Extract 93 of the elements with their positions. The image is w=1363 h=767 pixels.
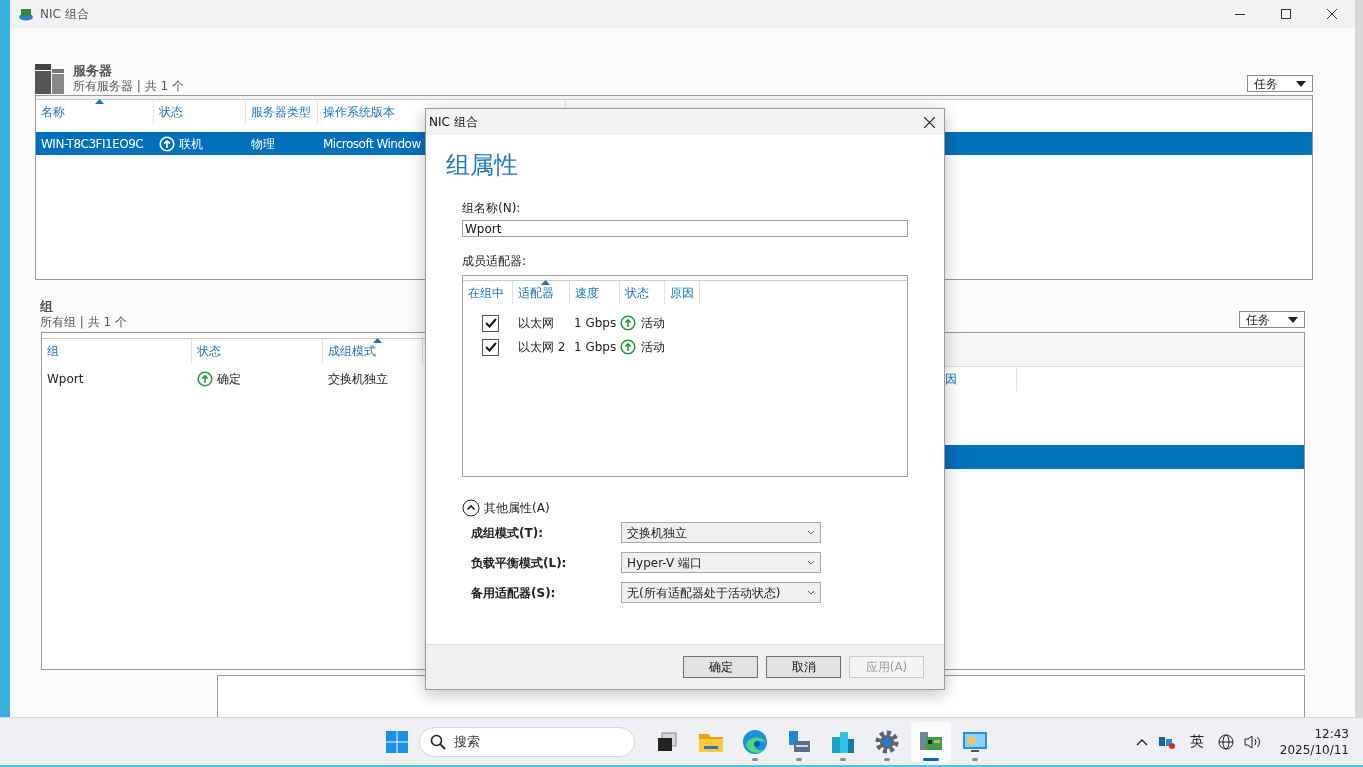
column-header[interactable]: 速度 [570,281,620,305]
dropdown-arrow-icon [1296,80,1306,87]
search-field[interactable]: 搜索 [454,731,574,752]
dropdown-arrow-icon [1288,316,1298,323]
column-header[interactable]: 组 [42,339,192,363]
column-header[interactable]: 在组中 [463,281,513,305]
field-label: 成员适配器: [462,253,528,270]
checkbox[interactable] [482,314,499,332]
clock[interactable]: 12:43 2025/10/11 [1279,725,1349,758]
column-header[interactable]: 原因 [665,281,700,305]
adapter-row[interactable]: 以太网 1 Gbps 活动 [463,311,907,335]
adapter-name: 以太网 [518,315,555,332]
sort-arrow-icon [372,338,382,343]
checkmark-icon [484,318,497,328]
dialog-button[interactable]: 取消 [766,656,841,678]
status-up-icon [620,339,636,355]
section-subtitle: 所有服务器 | 共 1 个 [73,78,184,94]
clock-time: 12:43 [1314,725,1349,742]
adapter-status: 活动 [641,315,665,332]
windows-logo-icon [386,730,408,753]
property-dropdown[interactable]: 无(所有适配器处于活动状态) [621,582,821,603]
running-indicator [923,757,939,761]
scrollbar[interactable] [1355,0,1363,717]
chevron-down-icon [807,530,815,535]
column-header[interactable]: 服务器类型 [246,100,318,124]
minimize-icon [1235,13,1245,15]
close-icon [1327,9,1337,19]
table-cell-text: 交换机独立 [328,371,388,388]
window-title: NIC 组合 [40,6,89,23]
column-header[interactable]: 成组模式 [323,339,423,363]
server-icon [35,64,65,94]
column-header[interactable]: 名称 [36,100,154,124]
checkmark-icon [484,342,497,352]
running-indicator [884,757,890,761]
sort-arrow-icon [94,99,104,104]
adapter-speed: 1 Gbps [574,339,618,356]
section-title: 服务器 [73,63,113,78]
expander-toggle[interactable]: 其他属性(A) [462,499,550,517]
search-icon [430,733,446,750]
close-icon [923,116,935,128]
computer-case-icon [786,728,812,755]
property-dropdown[interactable]: Hyper-V 端口 [621,552,821,573]
property-label: 备用适配器(S): [471,584,557,602]
maximize-icon [1281,9,1291,19]
window-stack-icon [655,729,679,754]
network-card-icon [18,7,34,21]
speaker-icon[interactable] [1243,733,1262,750]
table-cell-text: 物理 [251,135,274,153]
property-dropdown[interactable]: 交换机独立 [621,522,821,543]
tasks-dropdown[interactable]: 任务 [1247,75,1313,92]
dialog-button[interactable]: 确定 [683,656,758,678]
status-up-icon [620,315,636,331]
group-name-field[interactable]: Wport [462,220,908,237]
running-indicator [972,757,978,761]
table-row[interactable]: Wport 确定 交换机独立 [42,367,430,391]
table-cell-text: 联机 [179,135,202,153]
clock-date: 2025/10/11 [1279,741,1349,758]
chevron-down-icon [807,560,815,565]
tasks-dropdown[interactable]: 任务 [1239,311,1305,328]
search-bar[interactable]: 搜索 [419,726,635,757]
monitor-icon [962,729,988,754]
section-title: 组 [40,299,54,314]
running-indicator [752,757,758,761]
chevron-up-icon[interactable] [1135,737,1148,746]
table-cell-text: WIN-T8C3FI1EO9C [41,135,144,153]
sort-arrow-icon [541,280,550,285]
dialog-heading: 组属性 [446,150,519,181]
table-cell-text: Wport [47,371,84,388]
property-label: 负载平衡模式(L): [471,554,568,572]
running-indicator [840,757,846,761]
adapter-name: 以太网 2 [518,339,567,356]
running-indicator [796,757,802,761]
property-label: 成组模式(T): [471,524,544,542]
adapter-speed: 1 Gbps [574,315,618,332]
status-up-icon [159,135,175,152]
dialog-title: NIC 组合 [429,114,478,131]
chevron-down-icon [807,590,815,595]
column-header[interactable]: 状态 [620,281,665,305]
table-cell-text: 确定 [217,371,241,388]
adapter-row[interactable]: 以太网 2 1 Gbps 活动 [463,335,907,359]
settings-icon [874,728,900,755]
input-method-indicator[interactable]: 英 [1185,731,1208,752]
section-subtitle: 所有组 | 共 1 个 [40,314,127,330]
field-label: 组名称(N): [462,200,522,217]
table-cell-text: Microsoft Window [323,135,421,153]
checkbox[interactable] [482,338,499,356]
column-header[interactable]: 适配器 [513,281,570,305]
adapter-status: 活动 [641,339,665,356]
status-up-icon [197,371,213,387]
column-header[interactable]: 状态 [192,339,323,363]
globe-icon[interactable] [1217,733,1234,750]
browser-icon [742,728,768,755]
column-header[interactable]: 状态 [154,100,246,124]
